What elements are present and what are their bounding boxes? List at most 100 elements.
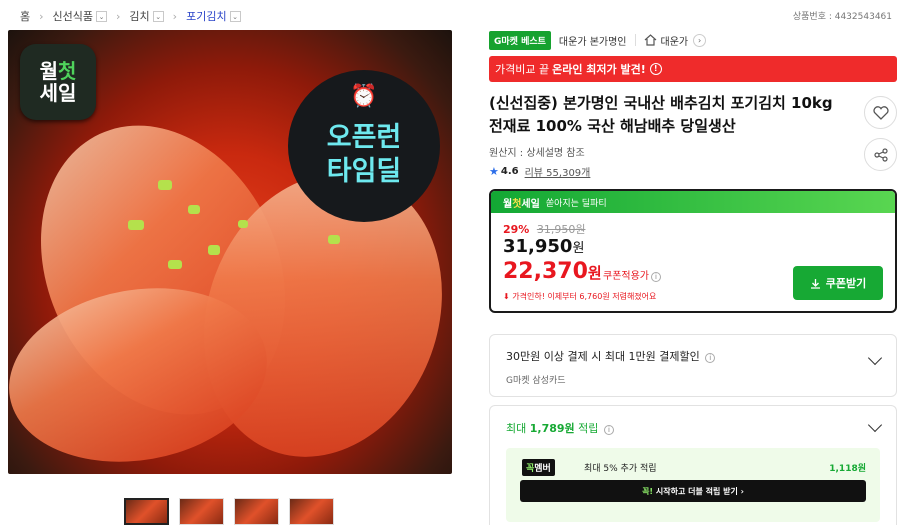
wishlist-button[interactable] bbox=[864, 96, 897, 129]
monthly-first-sale-badge: 월첫 세일 bbox=[20, 44, 96, 120]
scallion-garnish bbox=[168, 260, 182, 269]
product-tags: G마켓 베스트 대운가 본가명인 대운가 › bbox=[489, 30, 897, 50]
coupon-applied-label: 쿠폰적용가 i bbox=[603, 267, 661, 282]
banner-emphasis: 온라인 최저가 발견! bbox=[552, 63, 646, 76]
thumbnail[interactable] bbox=[124, 498, 169, 525]
price-drop-notice: ⬇ 가격인하! 이제부터 6,760원 저렴해졌어요 bbox=[503, 291, 656, 302]
payment-discount-text: 30만원 이상 결제 시 최대 1만원 결제할인 bbox=[506, 350, 700, 363]
product-id: 상품번호 : 4432543461 bbox=[792, 12, 892, 22]
button-highlight: 꼭! bbox=[642, 486, 654, 496]
get-coupon-button[interactable]: 쿠폰받기 bbox=[793, 266, 883, 300]
breadcrumb-separator: › bbox=[39, 9, 44, 23]
breadcrumb-label: 신선식품 bbox=[52, 10, 94, 23]
chevron-right-icon: › bbox=[740, 486, 744, 496]
price-unit: 원 bbox=[572, 241, 585, 256]
deal-price-box: 월 첫 세일 쏟아지는 딜파티 29% 31,950원 31,950원 22,370… bbox=[489, 189, 897, 313]
deal-header-text: 세일 bbox=[521, 198, 540, 210]
share-button[interactable] bbox=[864, 138, 897, 171]
coupon-price-value: 22,370 bbox=[503, 259, 588, 284]
get-coupon-label: 쿠폰받기 bbox=[825, 277, 867, 290]
button-label: 시작하고 더블 적립 받기 bbox=[655, 486, 738, 496]
membership-panel: 꼭멤버 최대 5% 추가 적립 1,118원 꼭! 시작하고 더블 적립 받기 … bbox=[506, 448, 880, 522]
membership-points: 1,118원 bbox=[829, 464, 866, 474]
membership-benefit: 최대 5% 추가 적립 bbox=[584, 464, 657, 474]
badge-time-text: 타임딜 bbox=[326, 156, 402, 187]
breadcrumb-label: 포기김치 bbox=[186, 10, 227, 23]
breadcrumb-label: 김치 bbox=[129, 10, 150, 23]
sale-price: 31,950원 bbox=[503, 236, 584, 257]
gmarket-best-badge[interactable]: G마켓 베스트 bbox=[489, 30, 551, 50]
chevron-down-icon[interactable]: ⌄ bbox=[96, 10, 108, 22]
membership-start-button[interactable]: 꼭! 시작하고 더블 적립 받기 › bbox=[520, 480, 866, 502]
payment-discount-title: 30만원 이상 결제 시 최대 1만원 결제할인 i bbox=[506, 348, 880, 364]
info-icon[interactable]: ! bbox=[649, 63, 662, 75]
share-icon bbox=[873, 147, 888, 162]
deal-header-sub: 쏟아지는 딜파티 bbox=[545, 198, 607, 209]
breadcrumb-separator: › bbox=[172, 9, 178, 23]
badge-wol-highlight: 첫 bbox=[58, 59, 77, 83]
info-icon[interactable]: i bbox=[651, 272, 661, 282]
coupon-price: 22,370원 bbox=[503, 259, 602, 284]
thumbnail[interactable] bbox=[289, 498, 334, 525]
breadcrumb-item-fresh[interactable]: 신선식품 ⌄ bbox=[52, 8, 108, 24]
product-main-image[interactable]: 월첫 세일 ⏰ 오픈런 타임딜 bbox=[8, 30, 452, 474]
home-icon bbox=[644, 34, 656, 46]
rating-score: 4.6 bbox=[500, 166, 519, 177]
info-icon[interactable]: i bbox=[705, 353, 716, 363]
product-info: G마켓 베스트 대운가 본가명인 대운가 › 가격비교 끝 온라인 최저가 발견… bbox=[489, 30, 897, 313]
badge-time-text: 오픈런 bbox=[326, 122, 402, 153]
badge-wol-text: 세일 bbox=[39, 81, 77, 105]
payment-card-name: G마켓 삼성카드 bbox=[506, 376, 566, 386]
product-rating: ★ 4.6 리뷰 55,309개 bbox=[489, 164, 897, 179]
product-title: (신선집중) 본가명인 국내산 배추김치 포기김치 10kg 전재료 100% … bbox=[489, 94, 833, 135]
coupon-label-text: 쿠폰적용가 bbox=[603, 271, 649, 282]
points-card: 최대 1,789원 적립 i 꼭멤버 최대 5% 추가 적립 1,118원 꼭!… bbox=[489, 405, 897, 525]
chevron-down-icon[interactable]: ⌄ bbox=[229, 10, 241, 22]
scallion-garnish bbox=[158, 180, 172, 190]
thumbnail[interactable] bbox=[179, 498, 224, 525]
thumbnail[interactable] bbox=[234, 498, 279, 525]
points-prefix: 최대 bbox=[506, 422, 527, 435]
chevron-right-icon[interactable]: › bbox=[693, 33, 707, 47]
badge-wol-text: 월 bbox=[39, 59, 58, 83]
points-title: 최대 1,789원 적립 i bbox=[506, 420, 880, 436]
lowest-price-banner[interactable]: 가격비교 끝 온라인 최저가 발견! ! bbox=[489, 56, 897, 82]
seller-link[interactable]: 대운가 본가명인 bbox=[559, 33, 627, 48]
open-run-timedeal-badge: ⏰ 오픈런 타임딜 bbox=[288, 70, 440, 222]
membership-badge: 꼭멤버 bbox=[522, 459, 555, 476]
banner-prefix: 가격비교 끝 bbox=[495, 63, 550, 76]
scallion-garnish bbox=[128, 220, 144, 230]
scallion-garnish bbox=[188, 205, 200, 214]
breadcrumb-separator: › bbox=[116, 9, 121, 23]
badge-text: 멤버 bbox=[534, 464, 551, 474]
review-count-link[interactable]: 리뷰 55,309개 bbox=[525, 164, 591, 179]
sale-price-value: 31,950 bbox=[503, 236, 573, 257]
breadcrumb-home[interactable]: 홈 bbox=[20, 8, 30, 24]
heart-icon bbox=[872, 105, 889, 120]
star-icon: ★ bbox=[489, 165, 499, 178]
discount-percent: 29% bbox=[503, 223, 530, 236]
breadcrumb: 홈 › 신선식품 ⌄ › 김치 ⌄ › 포기김치 ⌄ bbox=[20, 8, 241, 24]
thumbnail-list bbox=[124, 498, 334, 525]
deal-header-text: 월 bbox=[503, 198, 513, 210]
alarm-clock-icon: ⏰ bbox=[350, 84, 378, 109]
payment-discount-card[interactable]: 30만원 이상 결제 시 최대 1만원 결제할인 i G마켓 삼성카드 bbox=[489, 334, 897, 397]
arrow-down-icon: ⬇ bbox=[503, 292, 510, 301]
info-icon[interactable]: i bbox=[603, 425, 614, 435]
breadcrumb-item-pogi-kimchi[interactable]: 포기김치 ⌄ bbox=[186, 8, 241, 24]
original-price: 31,950원 bbox=[536, 223, 586, 236]
discount-line: 29% 31,950원 bbox=[503, 221, 585, 237]
notice-text: 가격인하! 이제부터 6,760원 저렴해졌어요 bbox=[512, 292, 657, 301]
scallion-garnish bbox=[238, 220, 248, 228]
points-suffix: 적립 bbox=[578, 422, 599, 435]
price-unit: 원 bbox=[587, 264, 602, 282]
scallion-garnish bbox=[208, 245, 220, 255]
download-icon bbox=[810, 278, 820, 289]
store-link[interactable]: 대운가 bbox=[661, 33, 689, 48]
deal-header-highlight: 첫 bbox=[512, 198, 522, 210]
breadcrumb-item-kimchi[interactable]: 김치 ⌄ bbox=[129, 8, 164, 24]
divider bbox=[634, 34, 636, 46]
chevron-down-icon[interactable]: ⌄ bbox=[152, 10, 164, 22]
deal-header: 월 첫 세일 쏟아지는 딜파티 bbox=[491, 191, 895, 213]
points-amount: 1,789원 bbox=[529, 422, 575, 435]
